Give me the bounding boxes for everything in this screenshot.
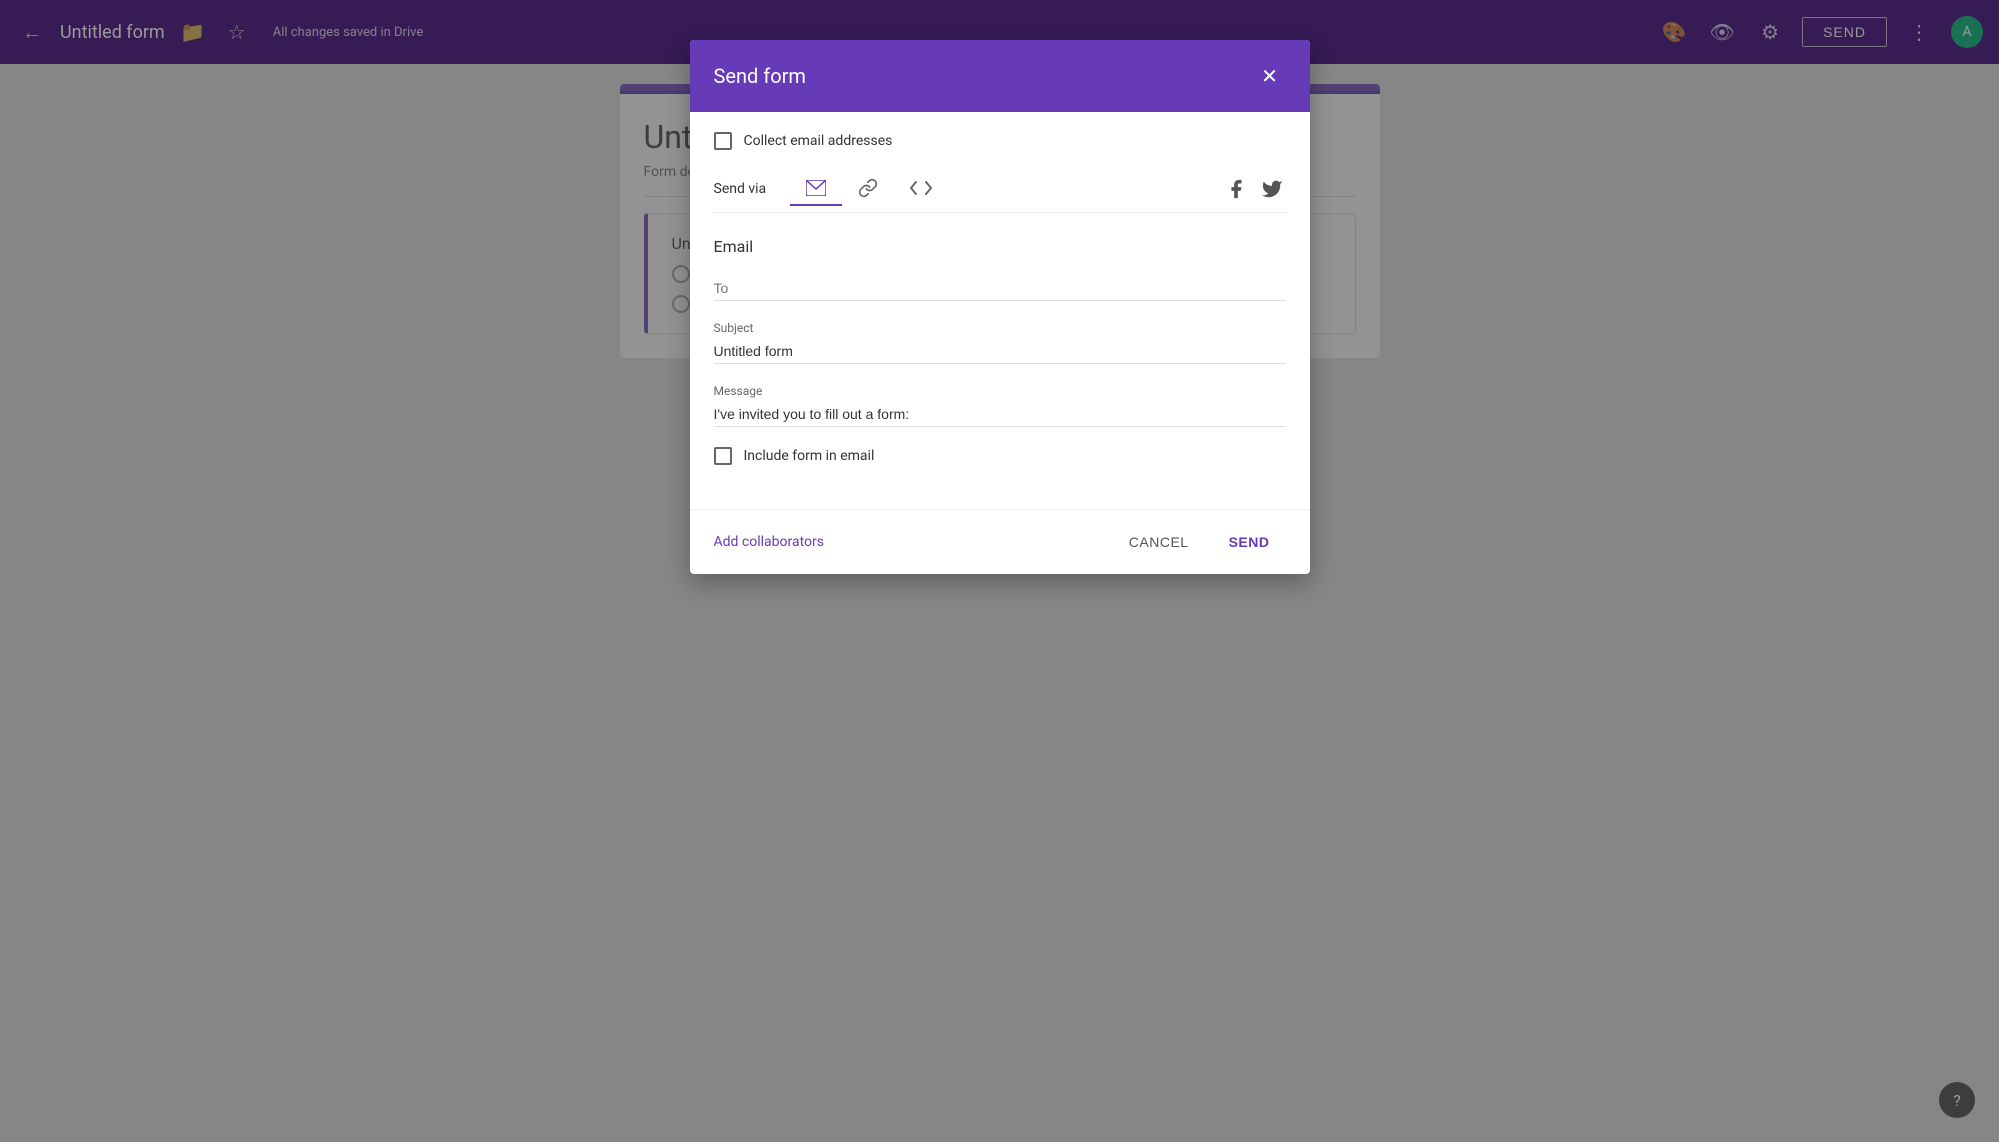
message-input[interactable] <box>714 402 1286 427</box>
send-via-label: Send via <box>714 181 767 197</box>
to-field-group <box>714 276 1286 301</box>
to-input[interactable] <box>714 276 1286 301</box>
include-form-label: Include form in email <box>744 448 875 464</box>
dialog-header: Send form ✕ <box>690 40 1310 112</box>
subject-field-group: Subject <box>714 321 1286 364</box>
add-collaborators-link[interactable]: Add collaborators <box>714 534 824 550</box>
facebook-icon[interactable] <box>1222 175 1250 203</box>
subject-label: Subject <box>714 321 1286 335</box>
cancel-button[interactable]: CANCEL <box>1113 526 1205 558</box>
include-form-row: Include form in email <box>714 447 1286 465</box>
message-label: Message <box>714 384 1286 398</box>
dialog-send-button[interactable]: SEND <box>1213 526 1286 558</box>
message-field-group: Message <box>714 384 1286 427</box>
subject-input[interactable] <box>714 339 1286 364</box>
collect-email-label: Collect email addresses <box>744 133 893 149</box>
send-form-dialog: Send form ✕ Collect email addresses Send… <box>690 40 1310 574</box>
footer-actions: CANCEL SEND <box>1113 526 1286 558</box>
twitter-icon[interactable] <box>1258 175 1286 203</box>
tab-embed[interactable] <box>894 172 948 206</box>
include-form-checkbox[interactable] <box>714 447 732 465</box>
collect-email-checkbox[interactable] <box>714 132 732 150</box>
dialog-body: Collect email addresses Send via <box>690 112 1310 509</box>
collect-email-row: Collect email addresses <box>714 132 1286 150</box>
overlay: Send form ✕ Collect email addresses Send… <box>0 0 1999 1142</box>
tab-link[interactable] <box>842 170 894 208</box>
send-via-tabs <box>790 170 1221 208</box>
send-via-row: Send via <box>714 170 1286 213</box>
dialog-title: Send form <box>714 64 806 88</box>
tab-email[interactable] <box>790 172 842 206</box>
email-section-title: Email <box>714 237 1286 256</box>
close-button[interactable]: ✕ <box>1254 60 1286 92</box>
social-icons <box>1222 175 1286 203</box>
dialog-footer: Add collaborators CANCEL SEND <box>690 509 1310 574</box>
